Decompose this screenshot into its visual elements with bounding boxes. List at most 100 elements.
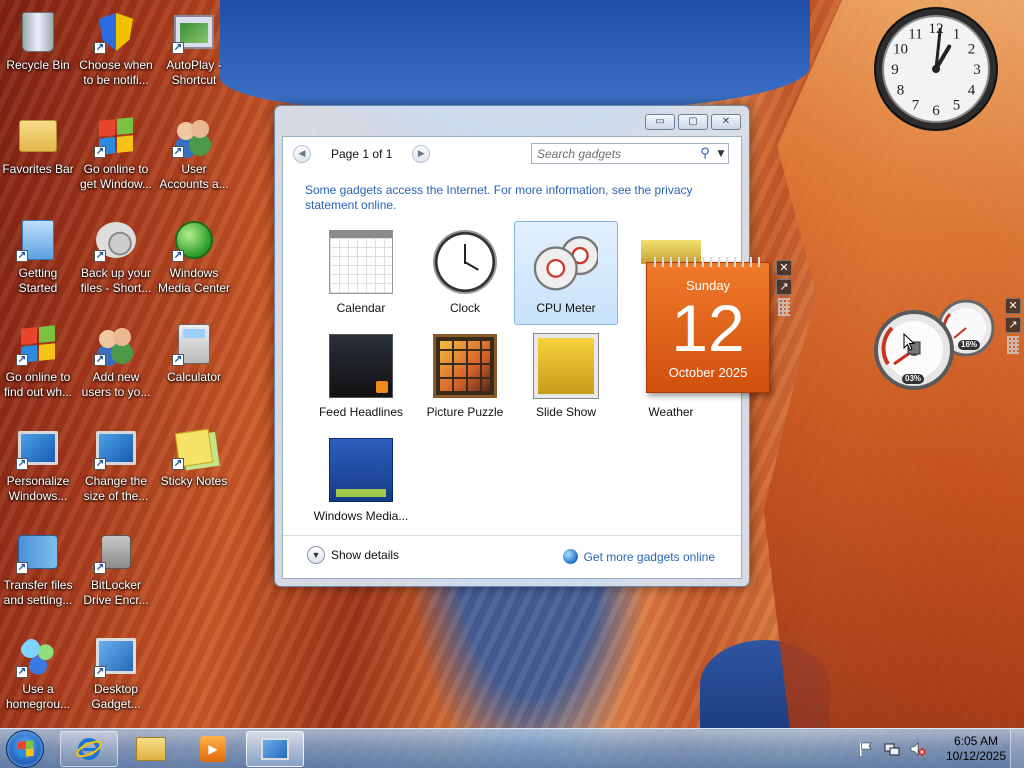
cpu-meter-icon: [534, 230, 598, 294]
shortcut-arrow-icon: ↗: [94, 354, 106, 366]
search-input[interactable]: [532, 144, 696, 163]
previous-page-button[interactable]: ◀: [293, 145, 311, 163]
cpu-meter-gadget[interactable]: 03% 16%: [870, 298, 1005, 394]
clock-numeral: 2: [968, 42, 976, 58]
clock-numeral: 6: [932, 103, 940, 119]
shortcut-arrow-icon: ↗: [16, 562, 28, 574]
desktop-icon-media-center[interactable]: ↗ Windows Media Center: [156, 212, 232, 296]
system-tray: 6:05 AM 10/12/2025: [858, 729, 1006, 768]
feed-icon: [329, 334, 393, 398]
show-desktop-button[interactable]: [1010, 729, 1024, 768]
drag-handle[interactable]: [1007, 336, 1019, 354]
taskbar-internet-explorer[interactable]: [60, 731, 118, 767]
media-player-icon: ▶: [200, 736, 226, 762]
next-page-button[interactable]: ▶: [412, 145, 431, 163]
desktop-icon-autoplay[interactable]: ↗ AutoPlay - Shortcut: [156, 4, 232, 88]
desktop-icon-personalize[interactable]: ↗ Personalize Windows...: [0, 420, 76, 504]
shortcut-arrow-icon: ↗: [94, 666, 106, 678]
desktop-icon-recycle-bin[interactable]: Recycle Bin: [0, 4, 76, 73]
taskbar-date: 10/12/2025: [945, 749, 1006, 763]
show-details-toggle[interactable]: ▼ Show details: [307, 546, 399, 564]
folder-icon: [136, 737, 166, 761]
get-more-gadgets-link[interactable]: Get more gadgets online: [562, 549, 715, 564]
larger-size-icon[interactable]: ↗: [776, 279, 792, 295]
chevron-down-icon[interactable]: ▼: [714, 149, 728, 159]
calendar-day-number: 12: [671, 291, 745, 365]
gadget-tile-windows-media-center[interactable]: Windows Media...: [309, 429, 413, 533]
shortcut-arrow-icon: ↗: [172, 42, 184, 54]
gadget-tile-label: Feed Headlines: [318, 405, 404, 419]
desktop-icon-label: Recycle Bin: [6, 58, 70, 72]
desktop-icon-favorites-bar[interactable]: Favorites Bar: [0, 108, 76, 177]
desktop-icon-homegroup[interactable]: ↗ Use a homegrou...: [0, 628, 76, 712]
network-icon[interactable]: [884, 741, 900, 757]
desktop-icon-label: BitLocker Drive Encr...: [83, 578, 149, 607]
calendar-gadget[interactable]: Sunday 12 October 2025: [646, 257, 770, 393]
internet-notice-link[interactable]: Some gadgets access the Internet. For mo…: [305, 183, 705, 213]
gadget-icon: [261, 738, 289, 760]
gadget-tile-label: CPU Meter: [536, 301, 596, 315]
clock-gadget[interactable]: 12 1 2 3 4 5 6 7 8 9 10 11: [873, 6, 999, 132]
chevron-down-icon: ▼: [307, 546, 325, 564]
desktop-icon-go-online-windows[interactable]: ↗ Go online to get Window...: [78, 108, 154, 192]
drag-handle[interactable]: [778, 298, 790, 316]
desktop-icon-label: Sticky Notes: [160, 474, 228, 488]
taskbar-media-player[interactable]: ▶: [184, 731, 242, 767]
window-controls: ▭ ▢ ✕: [645, 114, 741, 130]
gadget-tile-cpu-meter[interactable]: CPU Meter: [514, 221, 618, 325]
clock-numeral: 4: [968, 83, 976, 99]
desktop-icon-label: Choose when to be notifi...: [79, 58, 153, 87]
desktop-icon-calculator[interactable]: ↗ Calculator: [156, 316, 232, 385]
gadget-tile-slide-show[interactable]: Slide Show: [514, 325, 618, 429]
desktop-icon-label: Go online to get Window...: [79, 162, 153, 191]
action-center-flag-icon[interactable]: [858, 741, 874, 757]
gadget-tile-label: Clock: [449, 301, 480, 315]
shortcut-arrow-icon: ↗: [94, 458, 106, 470]
gadget-tile-label: Weather: [648, 405, 694, 419]
taskbar-desktop-gadgets[interactable]: [246, 731, 304, 767]
clock-numeral: 9: [891, 62, 899, 78]
desktop-icon-uac[interactable]: ↗ Choose when to be notifi...: [78, 4, 154, 88]
close-button[interactable]: ✕: [711, 114, 741, 130]
search-icon[interactable]: ⚲: [696, 146, 714, 161]
close-icon[interactable]: ✕: [1005, 298, 1021, 314]
minimize-button[interactable]: ▭: [645, 114, 675, 130]
page-indicator: Page 1 of 1: [331, 147, 393, 161]
search-gadgets-box: ⚲ ▼: [531, 143, 729, 164]
show-details-label: Show details: [331, 548, 400, 562]
gadget-tile-clock[interactable]: Clock: [413, 221, 517, 325]
gadget-tile-picture-puzzle[interactable]: Picture Puzzle: [413, 325, 517, 429]
desktop-icon-add-users[interactable]: ↗ Add new users to yo...: [78, 316, 154, 400]
get-more-gadgets-label: Get more gadgets online: [583, 549, 715, 564]
larger-size-icon[interactable]: ↗: [1005, 317, 1021, 333]
calendar-icon: [329, 230, 393, 294]
taskbar-clock[interactable]: 6:05 AM 10/12/2025: [946, 734, 1006, 764]
desktop-icon-transfer[interactable]: ↗ Transfer files and setting...: [0, 524, 76, 608]
start-button[interactable]: [6, 730, 44, 768]
desktop-icon-label: AutoPlay - Shortcut: [166, 58, 222, 87]
desktop-icon-label: Getting Started: [18, 266, 58, 295]
desktop-icon-user-accounts[interactable]: ↗ User Accounts a...: [156, 108, 232, 192]
taskbar-windows-explorer[interactable]: [122, 731, 180, 767]
shortcut-arrow-icon: ↗: [172, 146, 184, 158]
desktop-icon-desktop-gadgets[interactable]: ↗ Desktop Gadget...: [78, 628, 154, 712]
desktop-icon-getting-started[interactable]: ↗ Getting Started: [0, 212, 76, 296]
shortcut-arrow-icon: ↗: [94, 146, 106, 158]
shortcut-arrow-icon: ↗: [172, 354, 184, 366]
globe-icon: [562, 549, 578, 564]
gadget-tile-feed-headlines[interactable]: Feed Headlines: [309, 325, 413, 429]
clock-numeral: 7: [912, 98, 920, 114]
restore-button[interactable]: ▢: [678, 114, 708, 130]
wallpaper-sky: [220, 0, 810, 110]
desktop-icon-sticky-notes[interactable]: ↗ Sticky Notes: [156, 420, 232, 489]
desktop-icon-change-size[interactable]: ↗ Change the size of the...: [78, 420, 154, 504]
volume-muted-icon[interactable]: [910, 741, 926, 757]
gadget-tile-calendar[interactable]: Calendar: [309, 221, 413, 325]
desktop-icon-label: Add new users to yo...: [81, 370, 151, 399]
clock-numeral: 8: [897, 83, 905, 99]
shortcut-arrow-icon: ↗: [94, 250, 106, 262]
desktop-icon-backup[interactable]: ↗ Back up your files - Short...: [78, 212, 154, 296]
desktop-icon-bitlocker[interactable]: ↗ BitLocker Drive Encr...: [78, 524, 154, 608]
desktop-icon-go-online-find[interactable]: ↗ Go online to find out wh...: [0, 316, 76, 400]
close-icon[interactable]: ✕: [776, 260, 792, 276]
